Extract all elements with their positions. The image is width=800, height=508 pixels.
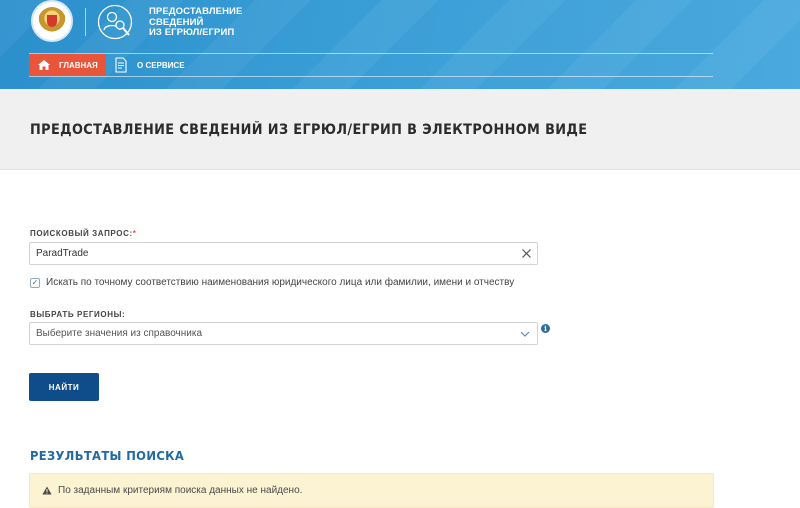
service-title[interactable]: ПРЕДОСТАВЛЕНИЕ СВЕДЕНИЙ ИЗ ЕГРЮЛ/ЕГРИП xyxy=(149,6,259,39)
regions-select[interactable]: Выберите значения из справочника xyxy=(29,322,538,345)
query-label-text: ПОИСКОВЫЙ ЗАПРОС: xyxy=(30,229,133,238)
exact-match-checkbox[interactable]: ✓ xyxy=(30,277,40,288)
regions-label: ВЫБРАТЬ РЕГИОНЫ: xyxy=(30,310,126,319)
document-icon xyxy=(115,57,127,73)
query-label: ПОИСКОВЫЙ ЗАПРОС:* xyxy=(30,229,136,238)
required-mark: * xyxy=(132,229,137,238)
home-icon xyxy=(38,60,50,70)
search-button[interactable]: НАЙТИ xyxy=(29,373,99,401)
search-query-field[interactable] xyxy=(29,242,538,265)
exact-match-option[interactable]: ✓ Искать по точному соответствию наимено… xyxy=(30,277,514,288)
no-results-alert: По заданным критериям поиска данных не н… xyxy=(29,473,714,508)
nav-item-about[interactable]: О СЕРВИСЕ xyxy=(114,54,185,76)
checkmark-icon: ✓ xyxy=(31,277,39,287)
service-title-line-3: ИЗ ЕГРЮЛ/ЕГРИП xyxy=(149,27,235,38)
warning-icon xyxy=(42,486,52,495)
fns-emblem-logo[interactable] xyxy=(31,0,73,42)
no-results-message: По заданным критериям поиска данных не н… xyxy=(58,485,303,496)
nav-item-about-label: О СЕРВИСЕ xyxy=(137,60,185,70)
service-title-line-1: ПРЕДОСТАВЛЕНИЕ xyxy=(149,6,243,17)
page-title: ПРЕДОСТАВЛЕНИЕ СВЕДЕНИЙ ИЗ ЕГРЮЛ/ЕГРИП В… xyxy=(30,122,588,138)
info-icon[interactable]: i xyxy=(541,324,550,333)
search-input[interactable] xyxy=(30,243,510,264)
service-person-search-icon xyxy=(97,4,133,40)
nav-divider-bottom xyxy=(29,76,713,77)
nav-item-home[interactable]: ГЛАВНАЯ xyxy=(29,54,106,76)
regions-select-placeholder: Выберите значения из справочника xyxy=(36,328,203,339)
header-divider xyxy=(85,8,86,36)
results-title: РЕЗУЛЬТАТЫ ПОИСКА xyxy=(30,448,185,463)
chevron-down-icon xyxy=(520,331,530,337)
site-header: ПРЕДОСТАВЛЕНИЕ СВЕДЕНИЙ ИЗ ЕГРЮЛ/ЕГРИП Г… xyxy=(0,0,800,89)
nav-item-home-label: ГЛАВНАЯ xyxy=(59,60,98,70)
exact-match-label: Искать по точному соответствию наименова… xyxy=(46,277,515,288)
clear-icon[interactable] xyxy=(521,248,532,259)
page-title-band: ПРЕДОСТАВЛЕНИЕ СВЕДЕНИЙ ИЗ ЕГРЮЛ/ЕГРИП В… xyxy=(0,89,800,170)
